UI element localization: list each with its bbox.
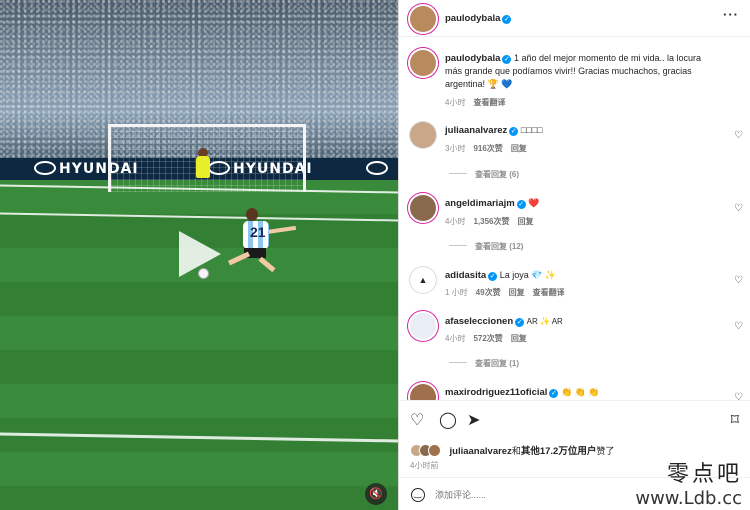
comment-text-block: juliaanalvarez ✓ □□□□	[445, 124, 715, 137]
avatar	[428, 444, 441, 457]
post-side-panel: paulodybala ✓ ··· paulodybala ✓ 1 año del …	[398, 0, 750, 510]
comment-meta: 3小时 916次赞 回复	[445, 143, 535, 154]
comment-likes[interactable]: 1,356次赞	[473, 217, 509, 226]
heart-icon[interactable]: ♡	[734, 203, 743, 214]
comment-username[interactable]: juliaanalvarez	[445, 125, 507, 136]
comment-time: 1 小时	[445, 288, 468, 297]
comment-username[interactable]: afaseleccionen	[445, 316, 513, 327]
comment-likes[interactable]: 49次赞	[476, 288, 501, 297]
emoji-icon[interactable]	[411, 488, 425, 502]
verified-icon: ✓	[488, 272, 498, 281]
avatar[interactable]	[410, 384, 436, 400]
heart-icon[interactable]: ♡	[734, 392, 743, 400]
comment-text: AR ✨ AR	[526, 317, 563, 326]
view-replies-button[interactable]: 查看回复 (6)	[449, 169, 519, 180]
comment-username[interactable]: adidasita	[445, 270, 486, 281]
caption-username[interactable]: paulodybala	[445, 53, 500, 64]
reply-button[interactable]: 回复	[509, 288, 525, 297]
likes-others-link[interactable]: 其他17.2万位用户	[521, 446, 597, 457]
post-timestamp[interactable]: 4小时前	[410, 460, 438, 471]
bookmark-icon[interactable]: ⌑	[731, 413, 739, 429]
likes-connector: 和	[511, 446, 521, 456]
more-options-icon[interactable]: ···	[723, 8, 739, 21]
heart-icon[interactable]: ♡	[734, 321, 743, 332]
comment-text-block: afaseleccionen ✓ AR ✨ AR	[445, 315, 715, 328]
likes-suffix: 赞了	[596, 446, 615, 456]
comment-time: 4小时	[445, 217, 466, 226]
share-send-icon[interactable]: ➤	[467, 413, 480, 429]
comment-meta: 4小时 1,356次赞 回复	[445, 216, 541, 227]
post-video[interactable]: HYUNDAI HYUNDAI 21 🔇	[0, 0, 398, 510]
heart-icon[interactable]: ♡	[734, 275, 743, 286]
comment-meta: 1 小时 49次赞 回复 查看翻译	[445, 287, 573, 298]
watermark-url: www.Ldb.cc	[635, 488, 742, 509]
avatar[interactable]	[410, 313, 436, 339]
verified-icon: ✓	[502, 15, 512, 24]
speaker-muted-icon[interactable]: 🔇	[365, 483, 387, 505]
comment-time: 3小时	[445, 144, 466, 153]
avatar[interactable]	[410, 6, 436, 32]
player-head	[246, 208, 258, 221]
comment-text: □□□□	[520, 125, 543, 135]
avatar[interactable]	[410, 195, 436, 221]
play-icon[interactable]	[179, 231, 221, 277]
adidas-logo-avatar[interactable]: ▲	[410, 267, 436, 293]
watermark: 零点吧 www.Ldb.cc	[635, 456, 742, 509]
comment-text-block: adidasita ✓ La joya 💎 ✨	[445, 269, 715, 282]
sponsor-logo-partial	[366, 161, 391, 177]
avatar[interactable]	[410, 50, 436, 76]
view-replies-button[interactable]: 查看回复 (12)	[449, 241, 523, 252]
author-username[interactable]: paulodybala	[445, 13, 500, 24]
header-user: paulodybala ✓	[445, 13, 512, 24]
comment-text-block: angeldimariajm ✓ ❤️	[445, 197, 715, 210]
comment-likes[interactable]: 572次赞	[473, 334, 502, 343]
comment-time: 4小时	[445, 334, 466, 343]
comment-input[interactable]	[435, 486, 635, 504]
see-translation-link[interactable]: 查看翻译	[533, 288, 565, 297]
verified-icon: ✓	[509, 127, 519, 136]
comment-username[interactable]: angeldimariajm	[445, 198, 515, 209]
verified-icon: ✓	[549, 389, 559, 398]
avatar[interactable]	[410, 122, 436, 148]
watermark-text: 零点吧	[666, 462, 742, 487]
likes-summary[interactable]: juliaanalvarez和其他17.2万位用户赞了	[410, 443, 614, 457]
comments-list: paulodybala ✓ 1 año del mejor momento de …	[399, 38, 750, 400]
caption-time: 4小时	[445, 98, 466, 107]
comment-text-block: maxirodriguez11oficial ✓ 👏 👏 👏	[445, 386, 715, 399]
comment-username[interactable]: maxirodriguez11oficial	[445, 387, 547, 398]
comment-meta: 4小时 572次赞 回复	[445, 333, 535, 344]
comment-text: ❤️	[528, 198, 540, 208]
heart-icon[interactable]: ♡	[734, 130, 743, 141]
comment-likes[interactable]: 916次赞	[473, 144, 502, 153]
player-number: 21	[250, 224, 266, 240]
reply-button[interactable]: 回复	[511, 144, 527, 153]
post-header: paulodybala ✓ ···	[399, 0, 750, 37]
verified-icon: ✓	[516, 200, 526, 209]
comment-text: 👏 👏 👏	[560, 387, 600, 397]
comment-icon[interactable]: ◯	[439, 413, 457, 429]
verified-icon: ✓	[502, 55, 512, 64]
caption-text-block: paulodybala ✓ 1 año del mejor momento de …	[445, 52, 715, 91]
football-pitch	[0, 180, 398, 510]
goalkeeper-body	[196, 156, 210, 178]
reply-button[interactable]: 回复	[517, 217, 533, 226]
comment-text: La joya 💎 ✨	[499, 270, 557, 280]
likes-first-user[interactable]: juliaanalvarez	[450, 446, 512, 457]
reply-button[interactable]: 回复	[511, 334, 527, 343]
caption-meta: 4小时 查看翻译	[445, 97, 513, 108]
like-heart-icon[interactable]: ♡	[410, 413, 424, 429]
view-replies-button[interactable]: 查看回复 (1)	[449, 358, 519, 369]
verified-icon: ✓	[515, 318, 525, 327]
see-translation-link[interactable]: 查看翻译	[473, 98, 505, 107]
